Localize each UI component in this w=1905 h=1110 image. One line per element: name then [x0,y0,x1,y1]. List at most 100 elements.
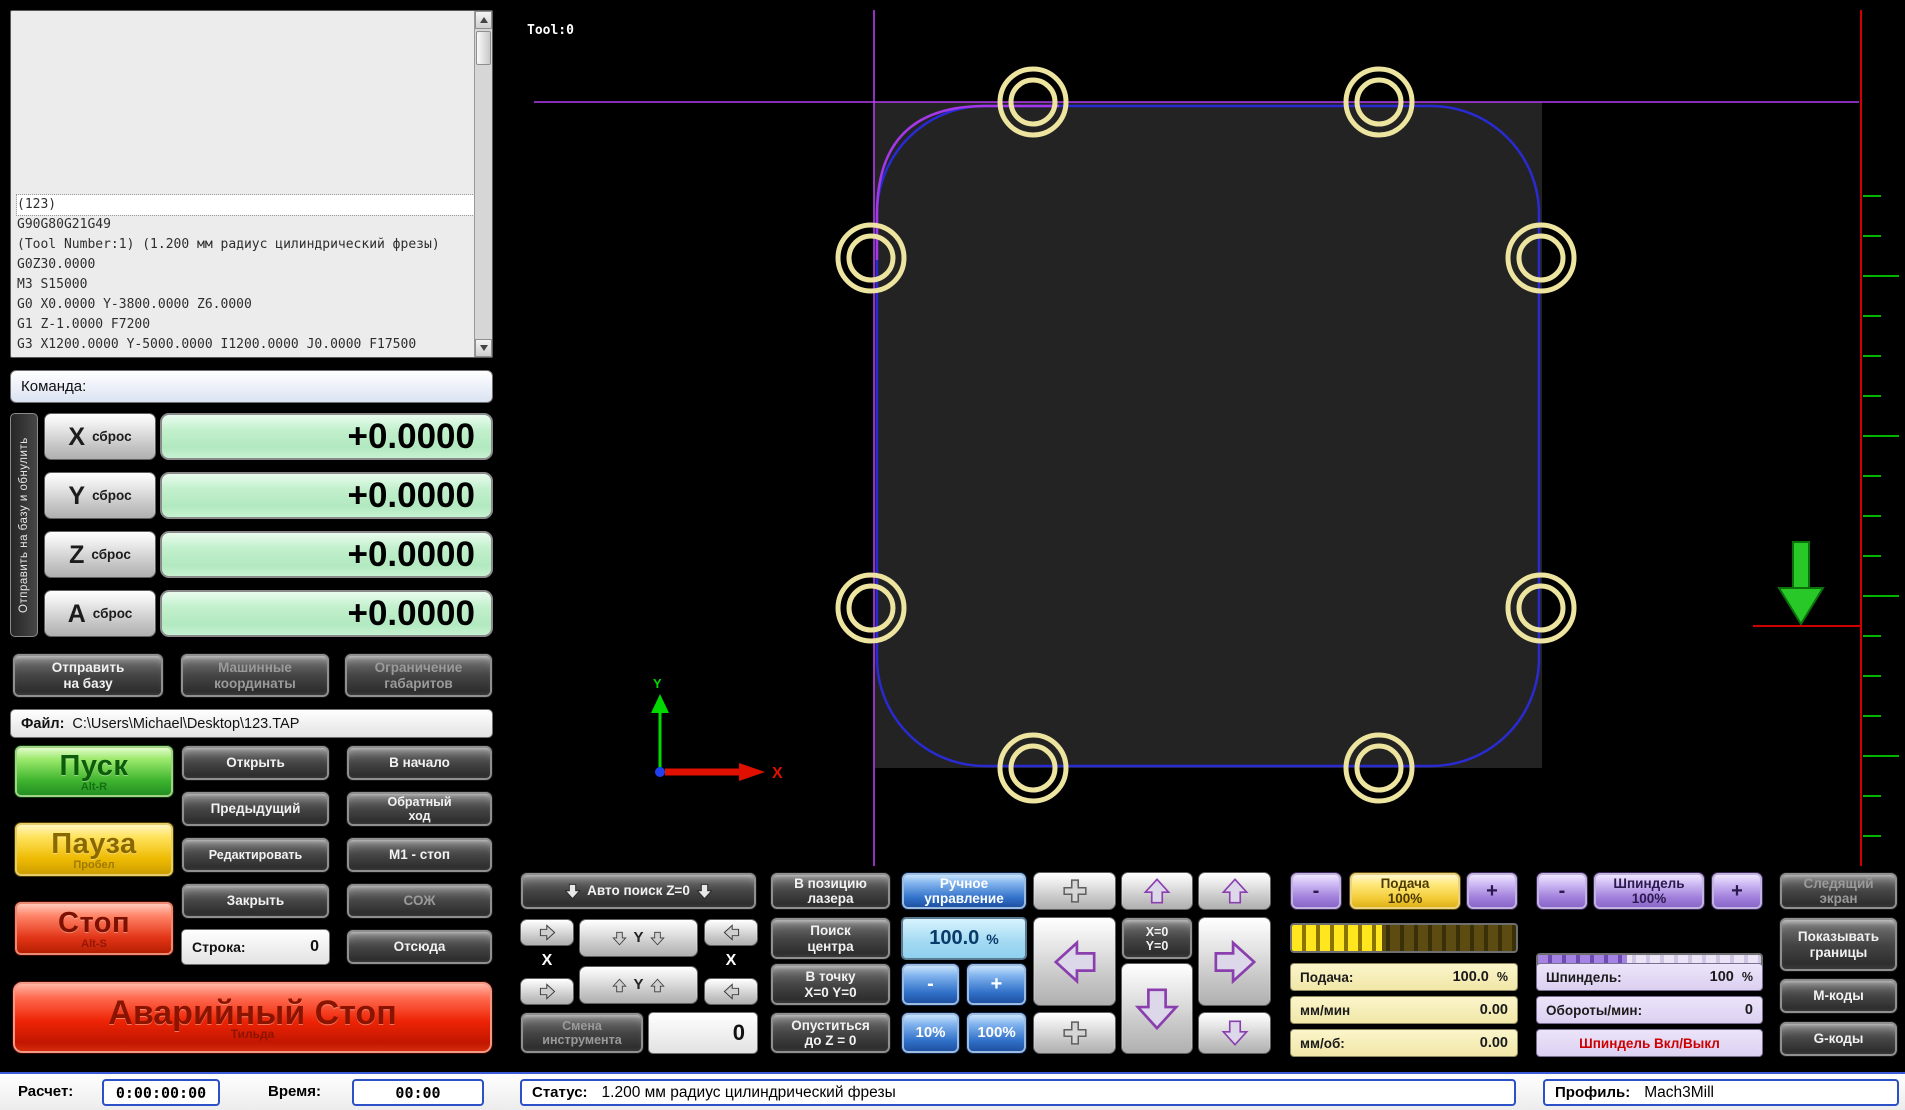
jog-percent-minus-button[interactable]: - [901,963,960,1006]
svg-text:X: X [772,765,783,782]
gcode-viewer[interactable]: (123) G90G80G21G49 (Tool Number:1) (1.20… [10,10,493,358]
file-label: Файл: [21,715,65,732]
goto-laser-position-button[interactable]: В позицию лазера [770,872,891,910]
zero-y-button[interactable]: Yсброс [44,472,156,519]
jog-z-plus-button[interactable] [1198,872,1271,910]
center-probe-button[interactable]: Поиск центра [770,917,891,960]
spindle-override-reset-button[interactable]: Шпиндель 100% [1593,872,1705,910]
edit-gcode-button[interactable]: Редактировать [181,837,330,873]
jog-x-plus-button[interactable] [1198,917,1271,1006]
coolant-button[interactable]: СОЖ [346,883,493,919]
svg-text:Y: Y [653,676,662,691]
scrollbar-down-button[interactable] [475,339,492,357]
feed-override-readout: Подача: 100.0 % [1290,963,1518,991]
jog-100-percent-button[interactable]: 100% [966,1012,1027,1054]
g-codes-button[interactable]: G-коды [1779,1021,1898,1057]
jog-a-minus-button[interactable] [1033,1012,1116,1054]
feed-mm-per-rev-readout: мм/об: 0.00 [1290,1029,1518,1057]
triangle-up-icon [479,17,488,23]
arrow-left-icon [723,924,739,941]
emergency-stop-button[interactable]: Аварийный Стоп Тильда [12,981,493,1054]
feed-override-minus-button[interactable]: - [1290,872,1342,910]
open-file-button[interactable]: Открыть [181,745,330,781]
jog-z-minus-button[interactable] [1198,1012,1271,1054]
toolpath-display[interactable]: Y X Tool:0 [519,10,1905,866]
close-file-button[interactable]: Закрыть [181,883,330,919]
jog-x-minus-button[interactable] [1033,917,1116,1006]
jog-x-minus-small-button[interactable] [704,919,758,946]
cycle-start-button[interactable]: Пуск Alt-R [14,745,174,798]
gcode-line: G3 X1200.0000 Y-5000.0000 I1200.0000 J0.… [17,337,417,352]
manual-control-button[interactable]: Ручное управление [901,872,1027,910]
x-axis-label: X [725,952,737,969]
jog-y-minus-big-button[interactable] [1121,963,1193,1054]
jog-y-plus-button[interactable] [1121,872,1193,910]
feed-override-slider[interactable] [1290,923,1518,953]
jog-percent-display[interactable]: 100.0 % [901,917,1027,960]
file-path: C:\Users\Michael\Desktop\123.TAP [72,715,300,732]
tool-number-label: Tool:0 [527,23,574,38]
machine-coords-button[interactable]: Машинные координаты [180,653,330,698]
feed-override-plus-button[interactable]: + [1466,872,1518,910]
jog-y-minus-button[interactable]: Y [579,919,698,957]
jog-10-percent-button[interactable]: 10% [901,1012,960,1054]
auto-z-probe-button[interactable]: Авто поиск Z=0 [520,872,757,910]
arrow-left-icon [723,983,739,1000]
zero-x-button[interactable]: Xсброс [44,413,156,460]
command-input[interactable]: Команда: [10,370,493,403]
calc-time-value: 0:00:00:00 [102,1079,220,1106]
scrollbar-thumb[interactable] [476,31,491,65]
elapsed-time-value: 00:00 [352,1079,484,1106]
x-axis-label: X [541,952,553,969]
stop-button[interactable]: Стоп Alt-S [14,901,174,956]
goto-xy-zero-button[interactable]: В точку X=0 Y=0 [770,963,891,1006]
drop-to-z-zero-button[interactable]: Опуститься до Z = 0 [770,1012,891,1054]
arrow-right-icon [539,924,555,941]
tool-change-button[interactable]: Смена инструмента [520,1012,644,1054]
m-codes-button[interactable]: М-коды [1779,978,1898,1014]
arrow-right-icon [1213,939,1256,984]
m1-stop-button[interactable]: M1 - стоп [346,837,493,873]
arrow-down-icon [612,931,628,945]
previous-line-button[interactable]: Предыдущий [181,791,330,827]
dro-x-value[interactable]: +0.0000 [160,413,493,460]
arrow-down-icon [564,883,581,899]
command-label: Команда: [21,378,87,395]
zero-a-button[interactable]: Aсброс [44,590,156,637]
soft-limits-button[interactable]: Ограничение габаритов [344,653,493,698]
rewind-button[interactable]: В начало [346,745,493,781]
run-from-here-button[interactable]: Отсюда [346,929,493,965]
jog-x-minus-small-button[interactable] [704,978,758,1005]
tracking-screen-button[interactable]: Следящий экран [1779,872,1898,910]
feed-override-reset-button[interactable]: Подача 100% [1349,872,1461,910]
file-path-field[interactable]: Файл: C:\Users\Michael\Desktop\123.TAP [10,709,493,738]
tool-number-display[interactable]: 0 [648,1012,758,1054]
jog-x-plus-small-button[interactable] [520,919,574,946]
scrollbar-track[interactable] [475,29,492,339]
reverse-run-button[interactable]: Обратный ход [346,791,493,827]
dro-z-value[interactable]: +0.0000 [160,531,493,578]
spindle-toggle-button[interactable]: Шпиндель Вкл/Выкл [1536,1029,1763,1057]
spindle-override-plus-button[interactable]: + [1711,872,1763,910]
arrow-down-icon [1134,987,1180,1030]
feed-mm-per-min-readout: мм/мин 0.00 [1290,996,1518,1024]
pause-button[interactable]: Пауза Пробел [14,822,174,877]
spindle-override-minus-button[interactable]: - [1536,872,1588,910]
gcode-lines: (123) G90G80G21G49 (Tool Number:1) (1.20… [11,11,474,357]
gcode-scrollbar[interactable] [474,11,492,357]
jog-a-plus-button[interactable] [1033,872,1116,910]
set-xy-zero-button[interactable]: X=0 Y=0 [1121,917,1193,960]
show-bounds-button[interactable]: Показывать границы [1779,917,1898,972]
line-number-field[interactable]: Строка: 0 [181,929,330,965]
dro-a-value[interactable]: +0.0000 [160,590,493,637]
scrollbar-up-button[interactable] [475,11,492,29]
a-axis-cross-icon [1062,1021,1087,1045]
jog-percent-plus-button[interactable]: + [966,963,1027,1006]
jog-y-plus-small-button[interactable]: Y [579,966,698,1004]
spindle-rpm-readout: Обороты/мин: 0 [1536,996,1763,1024]
ref-all-home-button[interactable]: Отправить на базу [12,653,164,698]
dro-y-value[interactable]: +0.0000 [160,472,493,519]
jog-x-plus-small-button[interactable] [520,978,574,1005]
zero-z-button[interactable]: Zсброс [44,531,156,578]
arrow-down-icon [649,931,665,945]
